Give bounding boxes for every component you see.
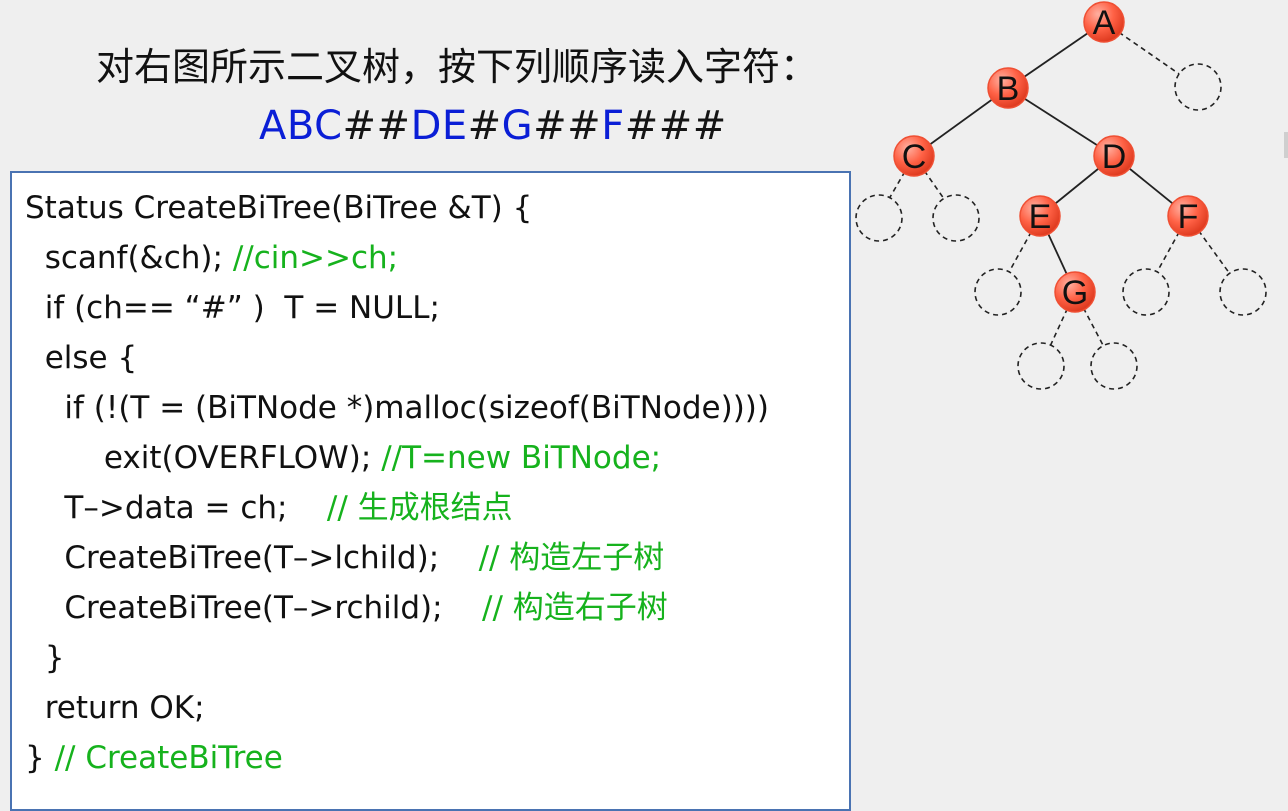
- binary-tree-diagram: A B C D E F G: [850, 0, 1288, 400]
- binary-tree-svg: A B C D E F G: [855, 1, 1267, 390]
- code-comment: // CreateBiTree: [54, 740, 283, 776]
- sequence-part-abc: ABC: [259, 103, 343, 149]
- code-line-10: }: [25, 640, 65, 676]
- node-b-label: B: [997, 70, 1020, 108]
- empty-node-f-left: [1122, 268, 1170, 316]
- code-line-12: } // CreateBiTree: [25, 740, 283, 776]
- code-line-9: CreateBiTree(T–>rchild); // 构造右子树: [25, 590, 668, 626]
- empty-node-a-right: [1174, 63, 1222, 111]
- code-text: scanf(&ch);: [25, 240, 233, 276]
- code-line-1: Status CreateBiTree(BiTree &T) {: [25, 190, 532, 226]
- node-e-label: E: [1029, 198, 1052, 236]
- empty-node-f-right: [1219, 268, 1267, 316]
- code-line-2: scanf(&ch); //cin>>ch;: [25, 240, 398, 276]
- code-text: return OK;: [25, 690, 205, 726]
- code-comment: // 构造左子树: [478, 540, 665, 576]
- empty-node-c-left: [855, 194, 903, 242]
- sequence-part-hash-4: ###: [624, 103, 727, 149]
- code-text: CreateBiTree(T–>rchild);: [25, 590, 483, 626]
- code-comment: // 构造右子树: [482, 590, 668, 626]
- empty-node-g-right: [1090, 342, 1138, 390]
- code-line-3: if (ch== “#” ) T = NULL;: [25, 290, 440, 326]
- code-comment: //cin>>ch;: [232, 240, 399, 276]
- code-comment: //T=new BiTNode;: [381, 440, 662, 476]
- code-line-7: T–>data = ch; // 生成根结点: [25, 490, 513, 526]
- node-a-label: A: [1093, 4, 1116, 42]
- sequence-part-de: DE: [410, 103, 468, 149]
- code-line-8: CreateBiTree(T–>lchild); // 构造左子树: [25, 540, 664, 576]
- code-text: else {: [25, 340, 138, 376]
- code-text: T–>data = ch;: [25, 490, 327, 526]
- node-c-label: C: [902, 138, 927, 176]
- code-line-6: exit(OVERFLOW); //T=new BiTNode;: [25, 440, 661, 476]
- code-line-11: return OK;: [25, 690, 205, 726]
- sequence-part-hash-2: #: [467, 103, 502, 149]
- code-text: CreateBiTree(T–>lchild);: [25, 540, 479, 576]
- tree-solid-edges: [913, 21, 1189, 293]
- code-text: Status CreateBiTree(BiTree &T) {: [25, 190, 533, 226]
- code-text: if (!(T = (BiTNode *)malloc(sizeof(BiTNo…: [25, 390, 769, 426]
- node-g-label: G: [1062, 274, 1088, 312]
- right-edge-marker: [1284, 132, 1288, 158]
- empty-node-c-right: [932, 194, 980, 242]
- code-line-4: else {: [25, 340, 138, 376]
- node-f-label: F: [1178, 198, 1199, 236]
- empty-node-g-left: [1017, 342, 1065, 390]
- input-sequence: ABC##DE#G##F###: [259, 103, 727, 149]
- code-text: }: [25, 740, 55, 776]
- node-d-label: D: [1102, 138, 1127, 176]
- code-line-5: if (!(T = (BiTNode *)malloc(sizeof(BiTNo…: [25, 390, 769, 426]
- sequence-part-f: F: [601, 103, 625, 149]
- code-text: if (ch== “#” ) T = NULL;: [25, 290, 440, 326]
- slide-title: 对右图所示二叉树，按下列顺序读入字符：: [96, 45, 819, 89]
- code-comment: // 生成根结点: [326, 490, 513, 526]
- sequence-part-hash-1: ##: [342, 103, 411, 149]
- code-text: }: [25, 640, 65, 676]
- empty-node-e-left: [974, 268, 1022, 316]
- code-text: exit(OVERFLOW);: [25, 440, 382, 476]
- sequence-part-hash-3: ##: [533, 103, 602, 149]
- sequence-part-g: G: [501, 103, 534, 149]
- code-box: Status CreateBiTree(BiTree &T) { scanf(&…: [10, 171, 851, 811]
